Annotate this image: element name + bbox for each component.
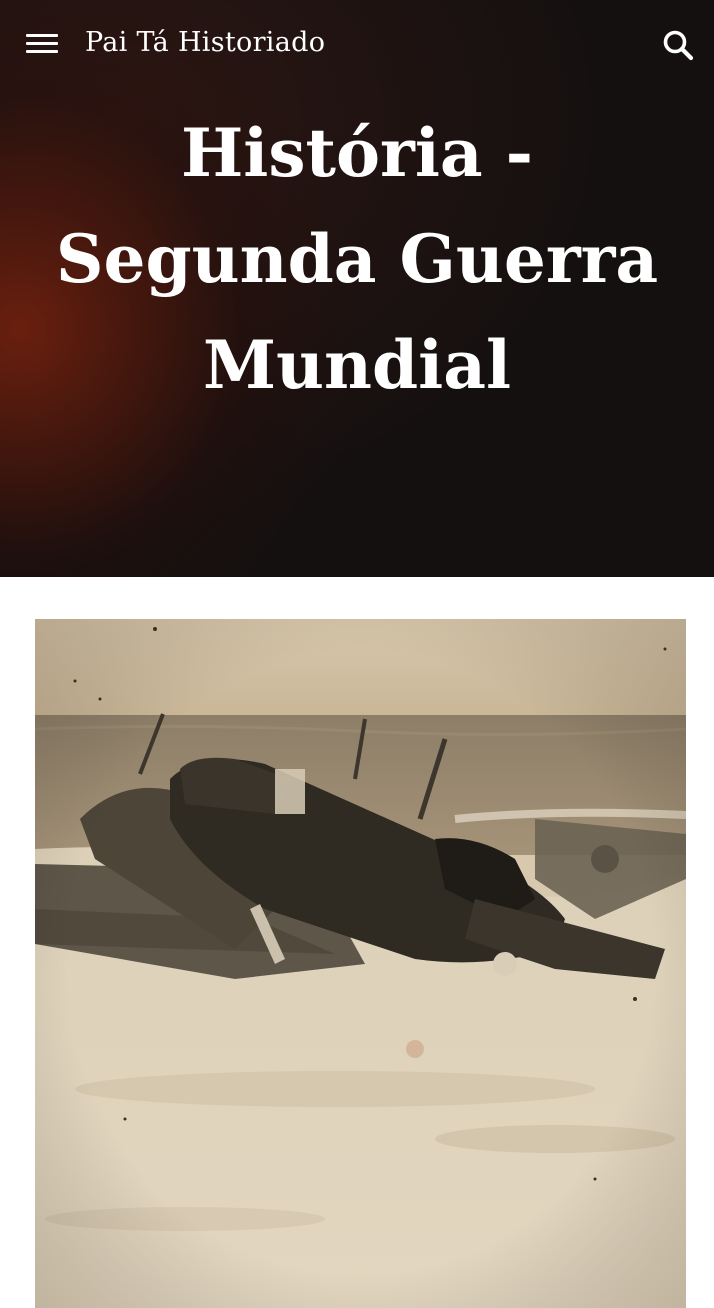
- menu-button[interactable]: [22, 28, 62, 60]
- hamburger-menu-icon: [26, 34, 58, 37]
- search-button[interactable]: [656, 24, 700, 68]
- hamburger-menu-icon-line: [26, 50, 58, 53]
- page-title-line-2: Segunda Guerra: [55, 220, 659, 298]
- hero-banner: Pai Tá Historiado História - Segunda Gue…: [0, 0, 714, 577]
- article-photo: [35, 619, 686, 1308]
- crashed-airplane-photo: [35, 619, 686, 1308]
- search-icon: [663, 30, 694, 61]
- hamburger-menu-icon-line: [26, 42, 58, 45]
- top-app-bar: Pai Tá Historiado: [0, 0, 714, 88]
- site-title[interactable]: Pai Tá Historiado: [85, 24, 325, 62]
- page-title-line-1: História -: [180, 114, 534, 192]
- page-title: História - Segunda Guerra Mundial: [40, 100, 674, 418]
- page-title-line-3: Mundial: [202, 326, 512, 404]
